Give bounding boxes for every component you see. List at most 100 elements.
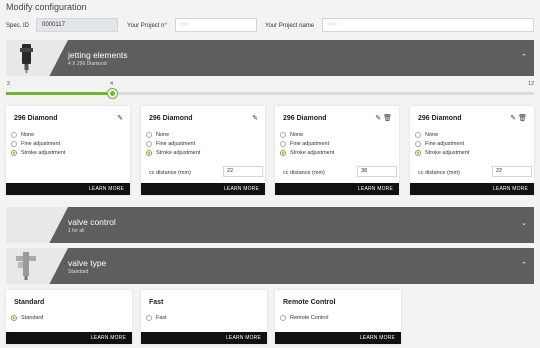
cc-distance-input[interactable]: 38 bbox=[357, 166, 397, 177]
learn-more-button[interactable]: LEARN MORE bbox=[410, 183, 534, 195]
option-none[interactable]: None bbox=[280, 132, 303, 138]
option-stroke-adjustment[interactable]: Stroke adjustment bbox=[280, 150, 334, 156]
card-actions: ✎ 🗑︎ bbox=[510, 114, 527, 122]
jetting-card-3: 296 Diamond ✎ 🗑︎ None Fine adjustment St… bbox=[275, 106, 399, 195]
valve-type-card-standard: Standard Standard LEARN MORE bbox=[6, 290, 132, 344]
option-label: None bbox=[425, 132, 439, 138]
option-label: None bbox=[21, 132, 35, 138]
pencil-icon[interactable]: ✎ bbox=[510, 115, 516, 122]
valve-control-title: valve control bbox=[68, 217, 116, 227]
option-stroke-adjustment[interactable]: Stroke adjustment bbox=[415, 150, 469, 156]
jetting-card-title: 296 Diamond bbox=[149, 115, 193, 122]
jetting-elements-header[interactable]: jetting elements 4 X 296 Diamond ⌃ bbox=[6, 40, 534, 76]
valve-type-card-remote-control: Remote Control Remote Control LEARN MORE bbox=[275, 290, 401, 344]
jetting-card-title: 296 Diamond bbox=[283, 115, 327, 122]
page-title: Modify configuration bbox=[6, 2, 87, 12]
jetting-card-title: 296 Diamond bbox=[14, 115, 58, 122]
option-fine-adjustment[interactable]: Fine adjustment bbox=[280, 141, 329, 147]
option-remote-control[interactable]: Remote Control bbox=[280, 315, 329, 321]
valve-type-thumbnail bbox=[6, 248, 68, 284]
slider-min-label: 2 bbox=[7, 81, 11, 87]
option-label: Fast bbox=[156, 315, 167, 321]
option-label: None bbox=[156, 132, 170, 138]
project-number-field[interactable]: ••• bbox=[175, 18, 257, 32]
slider-value-label: 4 bbox=[110, 81, 114, 87]
spec-id-label: Spec. ID bbox=[6, 23, 30, 29]
radio-stroke-adjustment[interactable] bbox=[146, 150, 152, 156]
option-none[interactable]: None bbox=[11, 132, 34, 138]
radio-fine-adjustment[interactable] bbox=[146, 141, 152, 147]
learn-more-button[interactable]: LEARN MORE bbox=[275, 183, 399, 195]
option-fine-adjustment[interactable]: Fine adjustment bbox=[11, 141, 60, 147]
option-fine-adjustment[interactable]: Fine adjustment bbox=[146, 141, 195, 147]
option-label: Stroke adjustment bbox=[21, 150, 66, 156]
project-number-value: ••• bbox=[181, 22, 188, 28]
option-none[interactable]: None bbox=[415, 132, 438, 138]
pencil-icon[interactable]: ✎ bbox=[252, 115, 258, 122]
radio-fine-adjustment[interactable] bbox=[11, 141, 17, 147]
learn-more-button[interactable]: LEARN MORE bbox=[141, 183, 265, 195]
radio-none[interactable] bbox=[415, 132, 421, 138]
option-label: Stroke adjustment bbox=[290, 150, 335, 156]
jetting-card-4: 296 Diamond ✎ 🗑︎ None Fine adjustment St… bbox=[410, 106, 534, 195]
radio-fast[interactable] bbox=[146, 315, 152, 321]
radio-stroke-adjustment[interactable] bbox=[11, 150, 17, 156]
chevron-up-icon[interactable]: ⌃ bbox=[521, 261, 527, 269]
pencil-icon[interactable]: ✎ bbox=[375, 115, 381, 122]
project-name-value: •••• bbox=[328, 22, 337, 28]
option-fine-adjustment[interactable]: Fine adjustment bbox=[415, 141, 464, 147]
radio-fine-adjustment[interactable] bbox=[280, 141, 286, 147]
valve-type-card-title: Remote Control bbox=[283, 299, 336, 306]
option-label: Stroke adjustment bbox=[425, 150, 470, 156]
cc-distance-input[interactable]: 22 bbox=[492, 166, 532, 177]
jetting-elements-title: jetting elements bbox=[68, 50, 128, 60]
option-none[interactable]: None bbox=[146, 132, 169, 138]
valve-icon bbox=[16, 252, 36, 280]
radio-none[interactable] bbox=[11, 132, 17, 138]
jetting-card-1: 296 Diamond ✎ None Fine adjustment Strok… bbox=[6, 106, 130, 195]
learn-more-button[interactable]: LEARN MORE bbox=[6, 332, 132, 344]
valve-control-thumbnail bbox=[6, 207, 68, 243]
radio-stroke-adjustment[interactable] bbox=[415, 150, 421, 156]
option-label: Stroke adjustment bbox=[156, 150, 201, 156]
jetting-elements-subtitle: 4 X 296 Diamond bbox=[68, 61, 107, 67]
project-name-field[interactable]: •••• bbox=[322, 18, 534, 32]
slider-handle[interactable] bbox=[108, 89, 117, 98]
learn-more-button[interactable]: LEARN MORE bbox=[141, 332, 267, 344]
nozzle-icon bbox=[20, 44, 33, 73]
learn-more-button[interactable]: LEARN MORE bbox=[6, 183, 130, 195]
valve-control-header[interactable]: valve control 1 for all ⌄ bbox=[6, 207, 534, 243]
option-label: Fine adjustment bbox=[290, 141, 330, 147]
learn-more-button[interactable]: LEARN MORE bbox=[275, 332, 401, 344]
option-label: Standard bbox=[21, 315, 44, 321]
jetting-count-slider[interactable] bbox=[6, 89, 534, 98]
radio-none[interactable] bbox=[280, 132, 286, 138]
spec-id-field[interactable]: 0000117 bbox=[36, 18, 118, 32]
trash-icon[interactable]: 🗑︎ bbox=[518, 115, 527, 122]
cc-distance-input[interactable]: 22 bbox=[223, 166, 263, 177]
card-actions: ✎ bbox=[252, 114, 258, 122]
option-fast[interactable]: Fast bbox=[146, 315, 167, 321]
radio-remote-control[interactable] bbox=[280, 315, 286, 321]
valve-type-header[interactable]: valve type Standard ⌃ bbox=[6, 248, 534, 284]
option-label: Remote Control bbox=[290, 315, 329, 321]
radio-fine-adjustment[interactable] bbox=[415, 141, 421, 147]
cc-distance-label: cc distance (mm) bbox=[149, 170, 191, 176]
valve-type-title: valve type bbox=[68, 258, 107, 268]
radio-standard[interactable] bbox=[11, 315, 17, 321]
cc-distance-label: cc distance (mm) bbox=[418, 170, 460, 176]
option-stroke-adjustment[interactable]: Stroke adjustment bbox=[11, 150, 65, 156]
valve-type-card-title: Fast bbox=[149, 299, 164, 306]
radio-none[interactable] bbox=[146, 132, 152, 138]
valve-type-card-fast: Fast Fast LEARN MORE bbox=[141, 290, 267, 344]
option-stroke-adjustment[interactable]: Stroke adjustment bbox=[146, 150, 200, 156]
trash-icon[interactable]: 🗑︎ bbox=[383, 115, 392, 122]
option-standard[interactable]: Standard bbox=[11, 315, 43, 321]
radio-stroke-adjustment[interactable] bbox=[280, 150, 286, 156]
option-label: None bbox=[290, 132, 304, 138]
pencil-icon[interactable]: ✎ bbox=[117, 115, 123, 122]
chevron-down-icon[interactable]: ⌄ bbox=[521, 219, 527, 227]
card-actions: ✎ bbox=[117, 114, 123, 122]
chevron-up-icon[interactable]: ⌃ bbox=[521, 53, 527, 61]
card-actions: ✎ 🗑︎ bbox=[375, 114, 392, 122]
